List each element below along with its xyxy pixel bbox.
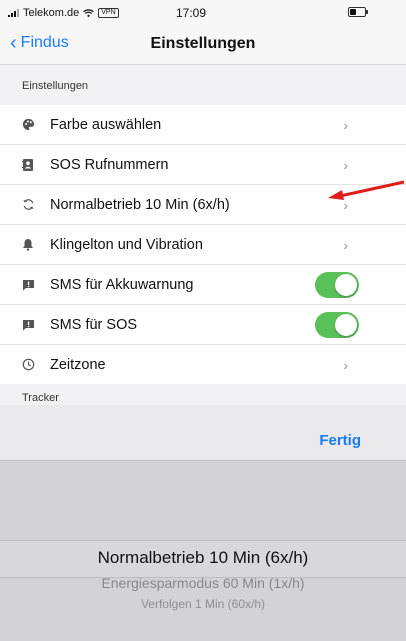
annotation-arrow-icon — [328, 180, 405, 200]
section-header-settings: Einstellungen — [22, 80, 89, 92]
toggle-knob — [335, 273, 357, 296]
picker-option[interactable]: Energiesparmodus 60 Min (1x/h) — [0, 575, 406, 591]
setting-label: Normalbetrieb 10 Min (6x/h) — [50, 196, 230, 213]
setting-row-ringtone[interactable]: Klingelton und Vibration › — [0, 225, 406, 265]
setting-label: Farbe auswählen — [50, 116, 162, 133]
picker-option[interactable]: Verfolgen 1 Min (60x/h) — [0, 597, 406, 611]
setting-row-timezone[interactable]: Zeitzone › — [0, 345, 406, 384]
setting-label: SMS für Akkuwarnung — [50, 276, 194, 293]
chevron-right-icon: › — [343, 116, 348, 133]
chevron-right-icon: › — [343, 356, 348, 373]
alert-message-icon — [20, 279, 36, 291]
status-bar: Telekom.de VPN 17:09 — [0, 0, 406, 26]
battery-icon — [348, 7, 368, 17]
signal-icon — [8, 9, 19, 17]
setting-row-color[interactable]: Farbe auswählen › — [0, 105, 406, 145]
done-button[interactable]: Fertig — [319, 432, 361, 449]
palette-icon — [20, 118, 36, 131]
setting-row-sms-sos: SMS für SOS — [0, 305, 406, 345]
carrier-info: Telekom.de VPN — [8, 7, 119, 19]
alert-message-icon — [20, 319, 36, 331]
setting-row-sms-battery: SMS für Akkuwarnung — [0, 265, 406, 305]
refresh-icon — [20, 198, 36, 211]
toggle-knob — [335, 313, 357, 336]
setting-label: Klingelton und Vibration — [50, 236, 203, 253]
sms-battery-toggle[interactable] — [315, 271, 359, 298]
chevron-right-icon: › — [343, 236, 348, 253]
setting-label: SMS für SOS — [50, 316, 138, 333]
wifi-icon — [83, 9, 95, 17]
tracking-mode-picker[interactable]: Normalbetrieb 10 Min (6x/h) Energiesparm… — [0, 460, 406, 641]
vpn-badge: VPN — [98, 8, 119, 18]
chevron-right-icon: › — [343, 156, 348, 173]
setting-row-sos-numbers[interactable]: SOS Rufnummern › — [0, 145, 406, 185]
bell-icon — [20, 238, 36, 251]
status-time: 17:09 — [176, 6, 207, 20]
sms-sos-toggle[interactable] — [315, 311, 359, 338]
clock-icon — [20, 358, 36, 371]
carrier-name: Telekom.de — [23, 7, 80, 19]
navigation-bar: ‹ Findus Einstellungen — [0, 26, 406, 65]
setting-label: SOS Rufnummern — [50, 156, 169, 173]
contact-book-icon — [20, 158, 36, 172]
page-title: Einstellungen — [150, 35, 256, 52]
picker-option-selected[interactable]: Normalbetrieb 10 Min (6x/h) — [0, 548, 406, 568]
settings-list: Farbe auswählen › SOS Rufnummern › Norma… — [0, 105, 406, 384]
section-header-tracker: Tracker — [22, 392, 59, 404]
setting-label: Zeitzone — [50, 356, 106, 373]
